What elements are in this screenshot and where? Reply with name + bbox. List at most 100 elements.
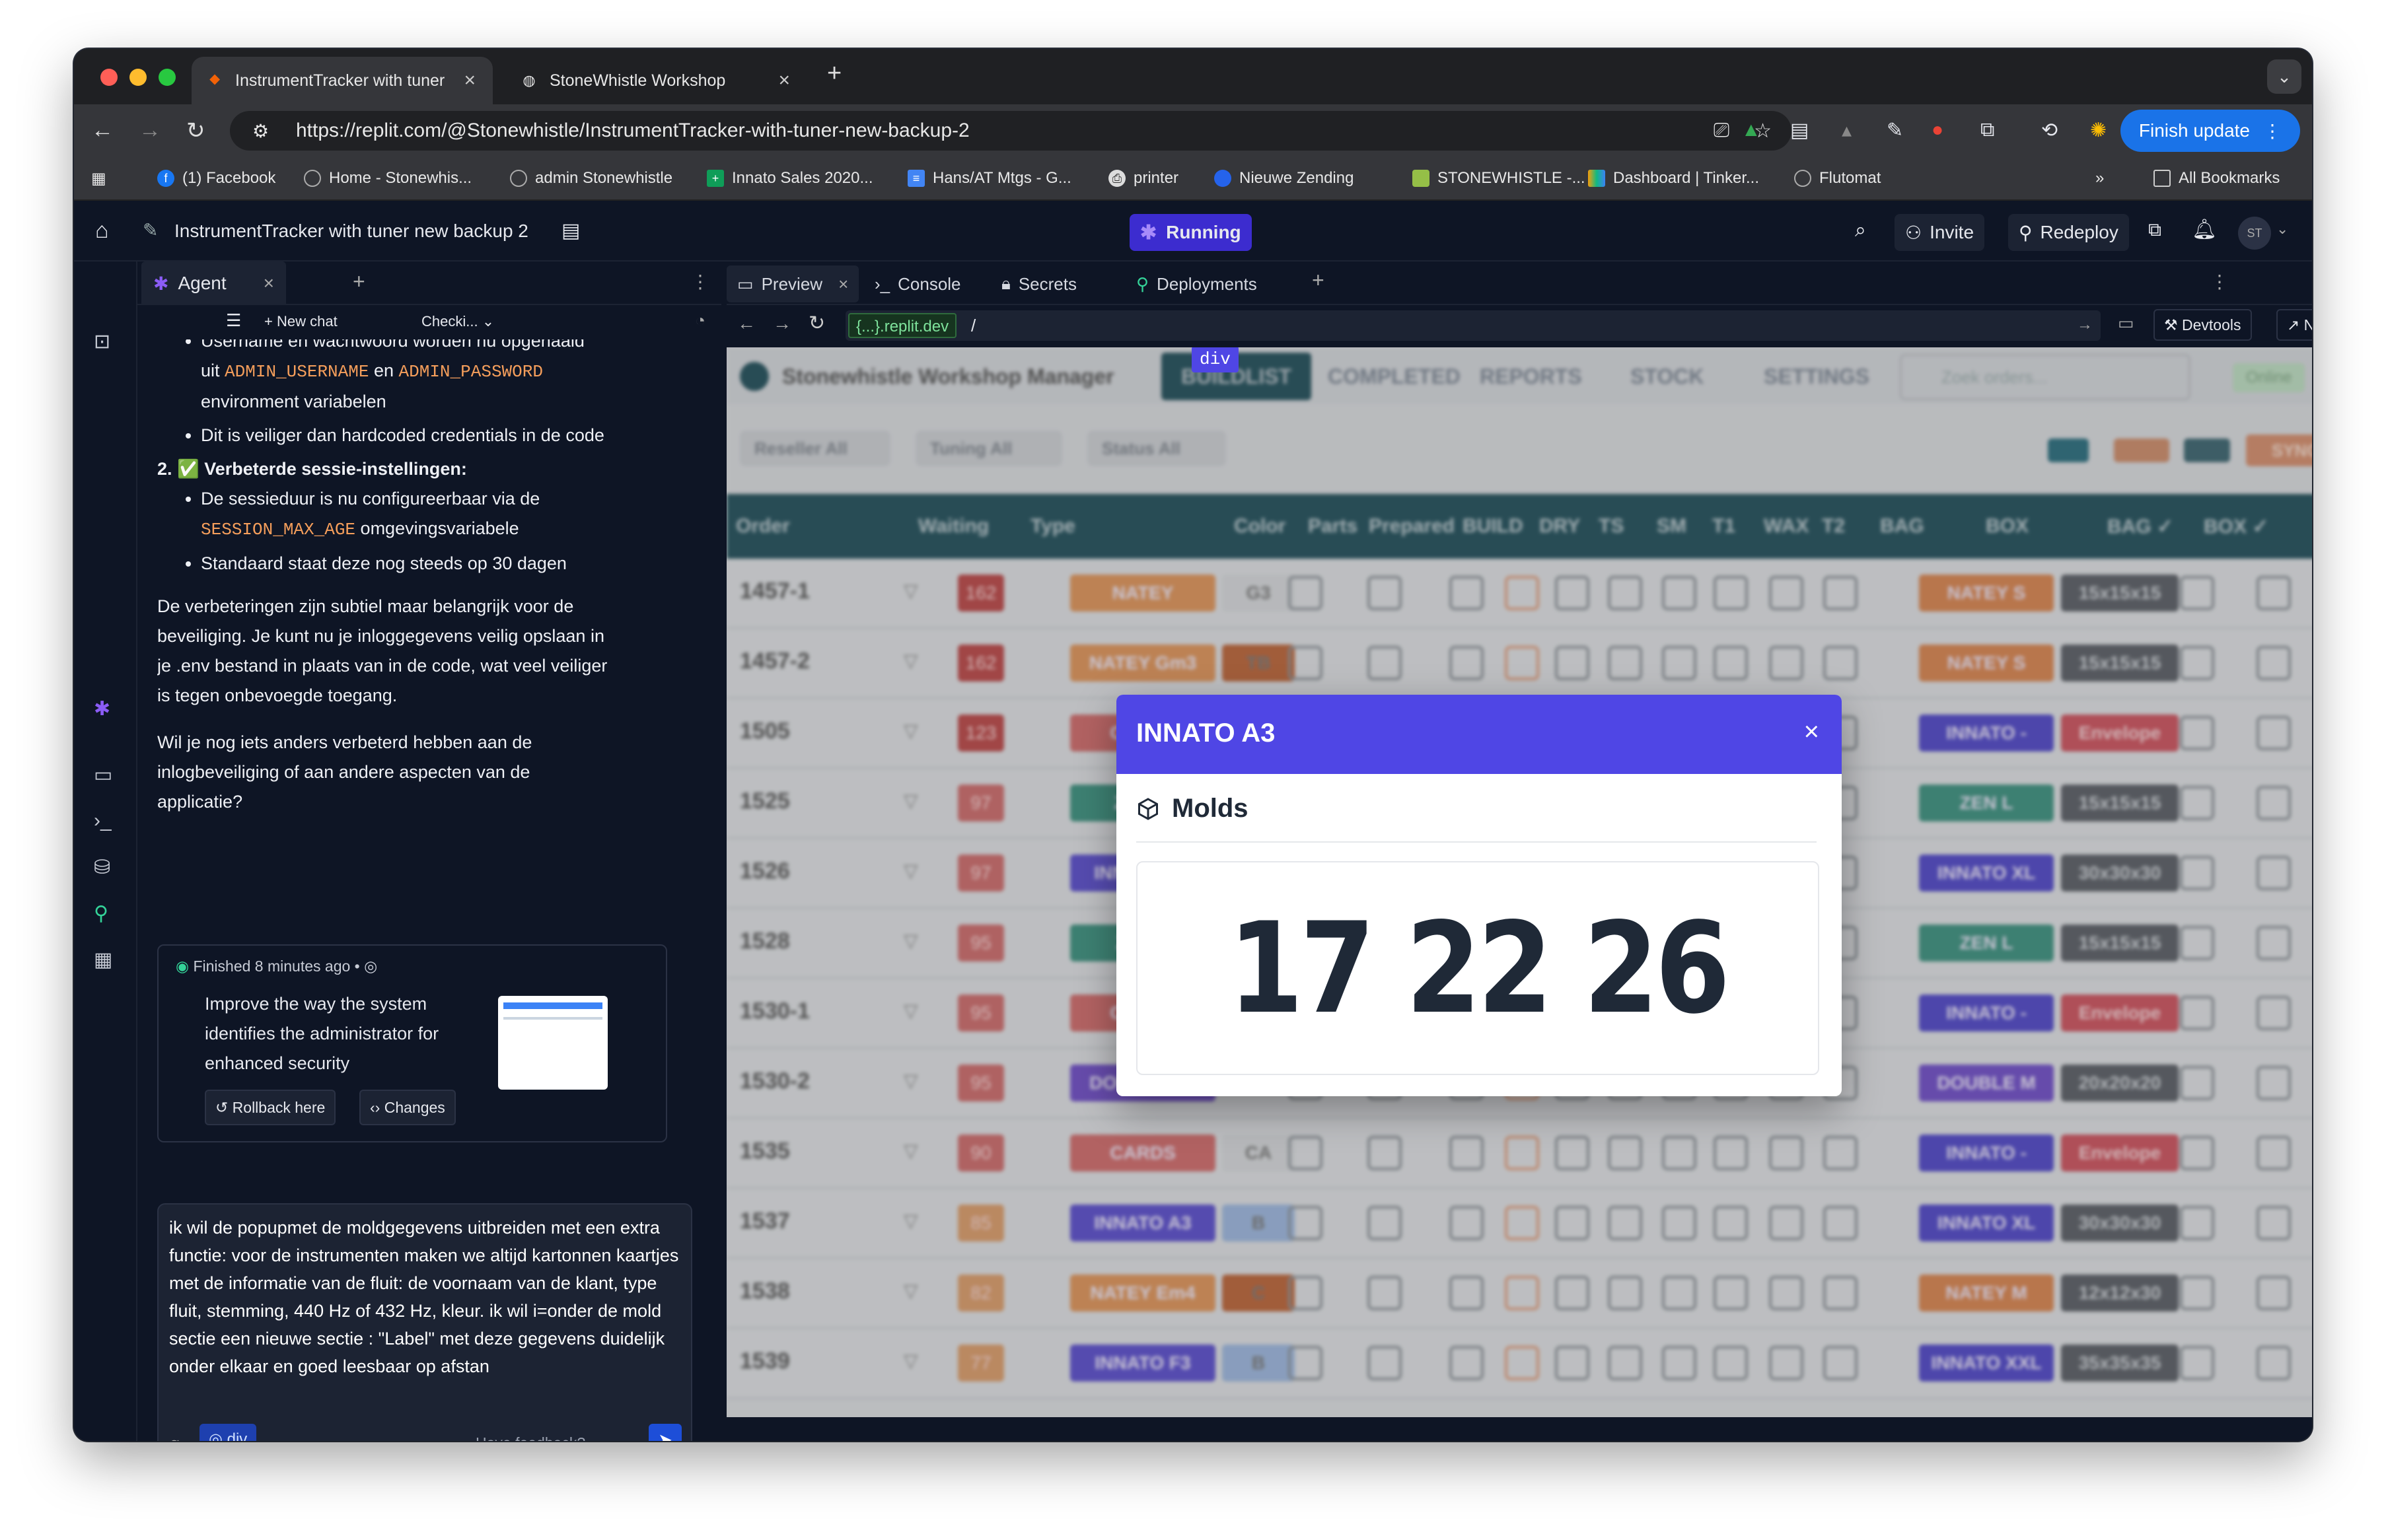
database-icon[interactable]: ⛁ [94,856,110,879]
rollback-label: Rollback here [232,1099,326,1116]
go-icon[interactable]: → [2077,316,2093,334]
new-tab-button[interactable]: ↗ New tab [2276,309,2312,341]
rollback-button[interactable]: ↺ Rollback here [205,1090,336,1125]
bell-icon[interactable]: 🔔︎ [2192,218,2217,241]
maximize-window-button[interactable] [159,69,176,86]
more-options-icon[interactable]: ⋮ [691,271,709,293]
menu-icon[interactable]: ☰ [226,310,241,331]
screen-size-icon[interactable]: ▭ [2118,313,2134,333]
element-chip[interactable]: ◎ div [199,1424,257,1441]
profile-icon[interactable]: ✺ [2090,119,2107,142]
sidebar-toggle-icon[interactable]: ⊡ [94,330,110,353]
close-icon[interactable]: × [1804,717,1819,747]
changes-button[interactable]: ‹› Changes [359,1090,456,1125]
speed-icon[interactable]: ◔ [695,310,705,331]
multiplayer-icon[interactable]: ⧉ [2148,219,2161,241]
bookmark-item[interactable]: Dashboard | Tinker... [1588,169,1759,188]
bookmark-item[interactable]: ≡ Hans/AT Mtgs - G... [908,169,1071,188]
close-tab-icon[interactable]: × [778,69,790,92]
redeploy-button[interactable]: ⚲ Redeploy [2008,214,2129,251]
bookmark-item[interactable]: admin Stonewhistle [510,169,672,188]
back-icon[interactable]: ← [737,313,756,334]
extensions-puzzle-icon[interactable]: ⧉ [1980,119,1994,141]
redeploy-label: Redeploy [2040,222,2118,242]
bookmark-item[interactable]: ⎙ printer [1108,169,1178,188]
browser-tab[interactable]: ◍ StoneWhistle Workshop × [506,57,807,104]
minimize-window-button[interactable] [129,69,147,86]
record-icon[interactable]: ● [1932,119,1943,141]
eyedropper-icon[interactable]: ✎ [1887,119,1903,142]
home-icon[interactable]: ⌂ [95,218,109,244]
devtools-button[interactable]: ⚒ Devtools [2153,309,2252,341]
sync-icon[interactable]: ⟲ [2041,119,2058,142]
url-field[interactable]: ⚙ https://replit.com/@Stonewhistle/Instr… [230,111,1791,151]
add-tab-icon[interactable]: + [353,269,365,294]
reload-icon[interactable]: ↻ [186,118,205,144]
invite-button[interactable]: ⚇ Invite [1895,214,1985,251]
close-tab-icon[interactable]: × [464,69,476,92]
tab-label: Deployments [1157,273,1257,294]
chevron-down-icon[interactable]: ⌄ [2276,221,2288,238]
more-bookmarks-icon[interactable]: » [2095,169,2104,188]
checkpoint-dropdown[interactable]: Checki... ⌄ [421,313,494,330]
eye-icon[interactable]: ◎ [364,958,377,975]
screenshot-thumbnail[interactable] [498,996,608,1090]
bookmark-item[interactable]: + Innato Sales 2020... [707,169,873,188]
tab-agent[interactable]: ✱ Agent × [141,262,286,305]
new-chat-button[interactable]: + New chat [264,313,338,330]
chat-input[interactable]: ik wil de popupmet de moldgegevens uitbr… [157,1203,692,1441]
bookmark-item[interactable]: Home - Stonewhis... [304,169,472,188]
bookmark-item[interactable]: Nieuwe Zending [1214,169,1354,188]
forward-icon[interactable]: → [773,313,791,334]
console-icon[interactable]: ›_ [94,810,112,832]
apps-grid-icon[interactable]: ▦ [91,169,106,188]
site-info-icon[interactable]: ⚙ [252,120,269,142]
close-tab-icon[interactable]: × [838,274,848,295]
bookmark-item[interactable]: f (1) Facebook [157,169,275,188]
tab-deployments[interactable]: ⚲ Deployments [1126,265,1268,302]
run-status-button[interactable]: ✱ Running [1130,214,1252,251]
forward-icon[interactable]: → [139,118,161,143]
more-options-icon[interactable]: ⋮ [2210,271,2229,293]
bookmark-item[interactable]: Flutomat [1794,169,1881,188]
attach-icon[interactable]: ⌀ [169,1429,180,1441]
invite-label: Invite [1930,222,1974,242]
drive-extension-icon[interactable]: ▲ [1741,119,1761,141]
shopify-icon [1412,170,1429,187]
msg-paragraph: Wil je nog iets anders verbeterd hebben … [157,732,532,812]
bookmark-label: admin Stonewhistle [535,169,673,187]
install-app-icon[interactable]: ⎚ [1714,120,1729,142]
project-title[interactable]: InstrumentTracker with tuner new backup … [174,221,528,242]
agent-icon[interactable]: ✱ [94,697,110,720]
reload-icon[interactable]: ↻ [809,312,825,335]
chat-input-text[interactable]: ik wil de popupmet de moldgegevens uitbr… [169,1214,680,1399]
new-tab-icon[interactable]: + [827,59,842,88]
all-tools-icon[interactable]: ▦ [94,948,112,971]
bookmark-item[interactable]: STONEWHISTLE -... [1412,169,1585,188]
msg-heading: Verbeterde sessie-instellingen: [204,459,467,479]
extension-icon[interactable]: ▴ [1842,119,1852,142]
avatar[interactable]: ST [2238,217,2271,250]
preview-url-field[interactable]: {...}.replit.dev / → [846,310,2101,341]
close-tab-icon[interactable]: × [264,273,274,294]
back-icon[interactable]: ← [91,118,114,143]
globe-icon: ◍ [523,72,536,88]
add-tab-icon[interactable]: + [1312,268,1324,293]
close-window-button[interactable] [100,69,118,86]
browser-tab-active[interactable]: ⯁ InstrumentTracker with tuner × [192,57,493,104]
deployments-icon[interactable]: ⚲ [94,902,108,925]
tab-secrets[interactable]: 🔒︎ Secrets [991,265,1087,302]
bookmark-label: All Bookmarks [2179,169,2280,187]
msg-bullet: Dit is veiliger dan hardcoded credential… [201,421,686,450]
tab-search-icon[interactable]: ⌄ [2267,59,2301,94]
finish-update-button[interactable]: Finish update ⋮ [2120,110,2300,152]
tab-console[interactable]: ›_ Console [864,265,972,302]
all-bookmarks-item[interactable]: All Bookmarks [2153,169,2280,188]
preview-icon[interactable]: ▭ [94,763,112,787]
search-icon[interactable]: ⌕ [1855,219,1866,242]
send-button[interactable]: ➤ [649,1424,682,1441]
feedback-link[interactable]: Have feedback? [476,1429,585,1441]
tab-preview[interactable]: ▭ Preview × [727,265,859,302]
extension-doc-icon[interactable]: ▤ [1790,119,1809,142]
project-info-icon[interactable]: ▤ [561,219,580,242]
